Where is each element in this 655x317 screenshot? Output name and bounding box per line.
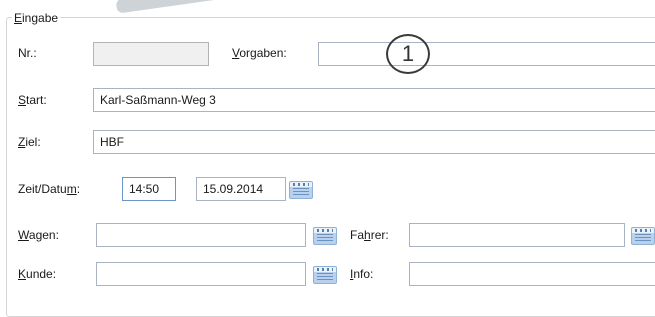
- vorgaben-label: Vorgaben:: [232, 46, 287, 60]
- fahrer-field[interactable]: [409, 223, 625, 247]
- info-label: Info:: [350, 267, 374, 281]
- fahrer-lookup-icon[interactable]: [631, 227, 655, 245]
- nr-label: Nr.:: [18, 46, 37, 60]
- vorgaben-field[interactable]: [318, 42, 655, 66]
- start-field[interactable]: Karl-Saßmann-Weg 3: [93, 88, 655, 112]
- ziel-field[interactable]: HBF: [93, 130, 655, 154]
- ziel-label: Ziel:: [18, 135, 41, 149]
- wagen-field[interactable]: [96, 223, 306, 247]
- decorative-stroke: [115, 0, 227, 14]
- start-label: Start:: [18, 93, 47, 107]
- annotation-marker-1: 1: [386, 34, 430, 74]
- date-field[interactable]: 15.09.2014: [196, 177, 286, 201]
- wagen-lookup-icon[interactable]: [313, 227, 337, 245]
- nr-field[interactable]: [93, 42, 209, 66]
- kunde-label: Kunde:: [18, 267, 57, 281]
- fahrer-label: Fahrer:: [350, 228, 389, 242]
- kunde-lookup-icon[interactable]: [313, 266, 337, 284]
- kunde-field[interactable]: [96, 262, 306, 286]
- info-field[interactable]: [409, 262, 655, 286]
- group-title: Eingabe: [12, 10, 61, 26]
- wagen-label: Wagen:: [18, 228, 59, 242]
- zeit-datum-label: Zeit/Datum:: [18, 182, 81, 196]
- calendar-icon[interactable]: [289, 181, 313, 199]
- time-field[interactable]: 14:50: [122, 177, 176, 201]
